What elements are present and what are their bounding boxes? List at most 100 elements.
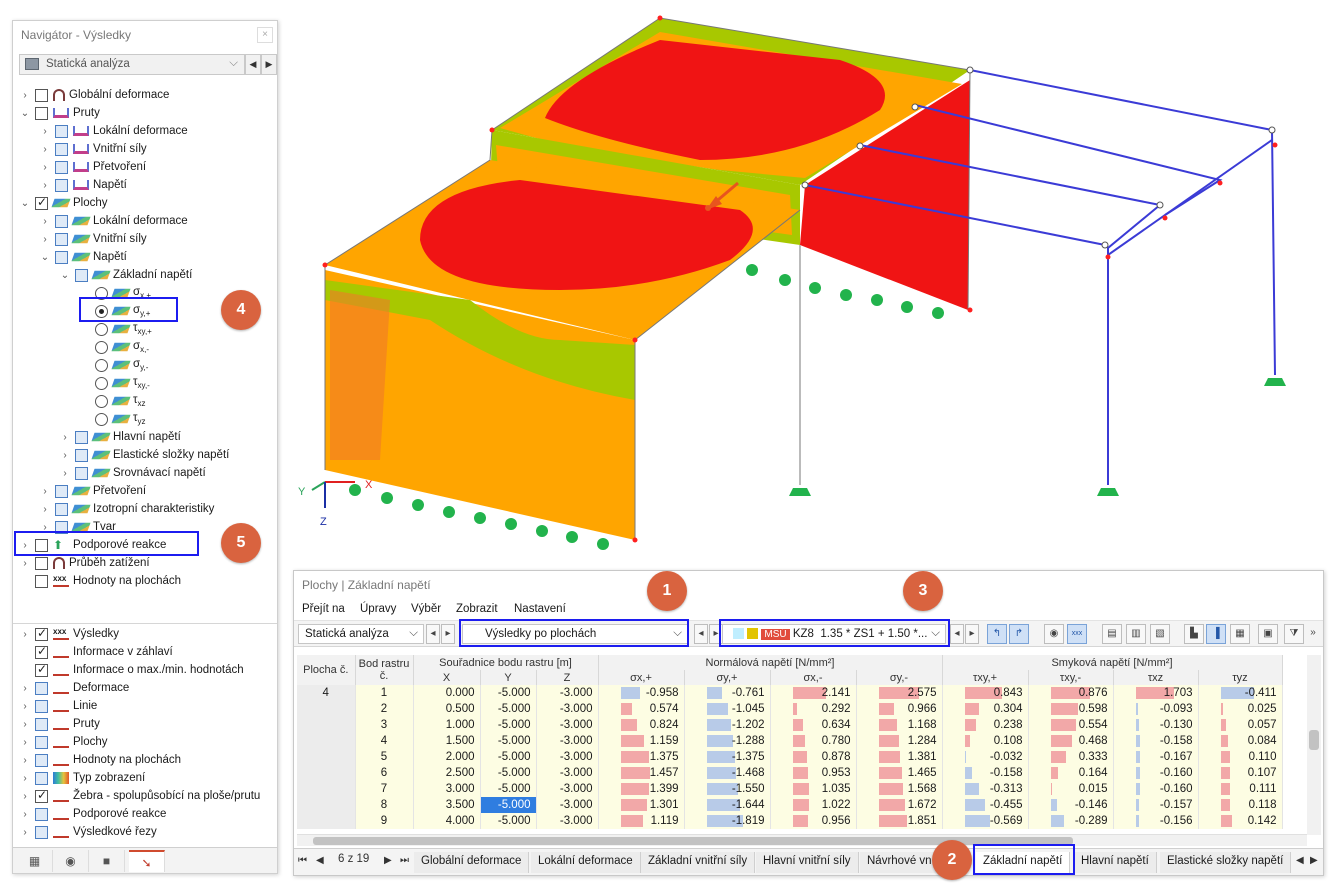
cell-sxp[interactable]: -0.958 bbox=[598, 685, 685, 701]
results-by-select[interactable]: Výsledky po plochách ⌵ bbox=[462, 624, 688, 644]
cell-txyp[interactable]: -0.032 bbox=[942, 749, 1029, 765]
cell-txym[interactable]: 0.333 bbox=[1028, 749, 1114, 765]
cell-sxp[interactable]: 1.301 bbox=[598, 797, 685, 813]
cell-sym[interactable]: 1.381 bbox=[856, 749, 943, 765]
radio-tau-yz[interactable]: τyz bbox=[95, 410, 146, 428]
load-combination-select[interactable]: MSÚ KZ8 1.35 * ZS1 + 1.50 *... ⌵ bbox=[722, 624, 946, 644]
last-page-button[interactable]: ⏭ bbox=[400, 855, 409, 866]
tree-item-surfaces[interactable]: ⌄Plochy bbox=[19, 194, 108, 212]
grid-icon[interactable]: ▦ bbox=[1230, 624, 1250, 644]
cell-surface[interactable] bbox=[297, 701, 356, 717]
tree-item-elastic-stress-components[interactable]: › Elastické složky napětí bbox=[59, 446, 229, 464]
excel-icon[interactable]: ▣ bbox=[1258, 624, 1278, 644]
values-icon[interactable]: xxx bbox=[1067, 624, 1087, 644]
table-row[interactable]: 5 2.000 -5.000 -3.000 1.375 -1.375 0.878 1.381 -… bbox=[297, 749, 1283, 765]
select-all-icon[interactable]: ↱ bbox=[1009, 624, 1029, 644]
menu-settings[interactable]: Nastavení bbox=[514, 603, 566, 615]
tree-item-shape[interactable]: › Tvar bbox=[39, 518, 116, 536]
cell-sym[interactable]: 2.575 bbox=[856, 685, 943, 701]
table-row[interactable]: 4 1 0.000 -5.000 -3.000 -0.958 -0.761 2.141 2.57… bbox=[297, 685, 1283, 701]
cell-sym[interactable]: 1.284 bbox=[856, 733, 943, 749]
cell-syp[interactable]: -1.202 bbox=[684, 717, 771, 733]
tree-item-surface-strains[interactable]: › Přetvoření bbox=[39, 482, 146, 500]
tree-item-equivalent-stresses[interactable]: › Srovnávací napětí bbox=[59, 464, 206, 482]
cell-sxm[interactable]: 0.878 bbox=[770, 749, 857, 765]
prev-analysis-button[interactable]: ◀ bbox=[245, 54, 261, 75]
cell-sxm[interactable]: 1.035 bbox=[770, 781, 857, 797]
more-icon[interactable]: » bbox=[1306, 624, 1320, 644]
cell-syp[interactable]: -1.644 bbox=[684, 797, 771, 813]
table-row[interactable]: 7 3.000 -5.000 -3.000 1.399 -1.550 1.035 1.568 -… bbox=[297, 781, 1283, 797]
table-row[interactable]: 4 1.500 -5.000 -3.000 1.159 -1.288 0.780 1.284 0… bbox=[297, 733, 1283, 749]
display-item-maxmin-info[interactable]: Informace o max./min. hodnotách bbox=[19, 661, 244, 679]
cell-txz[interactable]: -0.093 bbox=[1113, 701, 1199, 717]
cell-tyz[interactable]: 0.107 bbox=[1198, 765, 1283, 781]
cell-tyz[interactable]: 0.025 bbox=[1198, 701, 1283, 717]
table-row[interactable]: 3 1.000 -5.000 -3.000 0.824 -1.202 0.634 1.168 0… bbox=[297, 717, 1283, 733]
export-table-icon[interactable]: ▥ bbox=[1126, 624, 1146, 644]
cell-txz[interactable]: -0.130 bbox=[1113, 717, 1199, 733]
cell-grid-point[interactable]: 8 bbox=[355, 797, 414, 813]
next-results-button[interactable]: ▸ bbox=[709, 624, 723, 644]
cell-z[interactable]: -3.000 bbox=[536, 781, 599, 797]
cell-syp[interactable]: -0.761 bbox=[684, 685, 771, 701]
cell-sxp[interactable]: 0.824 bbox=[598, 717, 685, 733]
tab-principal-stresses[interactable]: Hlavní napětí bbox=[1074, 852, 1157, 873]
view-tab-icon[interactable]: ◉ bbox=[53, 850, 89, 872]
prev-page-button[interactable]: ◀ bbox=[316, 855, 324, 866]
cell-tyz[interactable]: 0.084 bbox=[1198, 733, 1283, 749]
cell-txym[interactable]: 0.554 bbox=[1028, 717, 1114, 733]
cell-y[interactable]: -5.000 bbox=[480, 685, 537, 701]
cell-txz[interactable]: -0.160 bbox=[1113, 765, 1199, 781]
prev-button[interactable]: ◂ bbox=[426, 624, 440, 644]
cell-z[interactable]: -3.000 bbox=[536, 797, 599, 813]
cell-sym[interactable]: 1.672 bbox=[856, 797, 943, 813]
cell-txyp[interactable]: -0.455 bbox=[942, 797, 1029, 813]
cell-z[interactable]: -3.000 bbox=[536, 685, 599, 701]
cell-y[interactable]: -5.000 bbox=[480, 813, 537, 829]
data-tab-icon[interactable]: ▦ bbox=[17, 850, 53, 872]
cell-z[interactable]: -3.000 bbox=[536, 813, 599, 829]
cell-surface[interactable] bbox=[297, 717, 356, 733]
cell-syp[interactable]: -1.045 bbox=[684, 701, 771, 717]
cell-txyp[interactable]: 0.108 bbox=[942, 733, 1029, 749]
cell-txyp[interactable]: 0.304 bbox=[942, 701, 1029, 717]
cell-x[interactable]: 2.000 bbox=[413, 749, 481, 765]
tree-item-principal-stresses[interactable]: › Hlavní napětí bbox=[59, 428, 181, 446]
cell-x[interactable]: 0.000 bbox=[413, 685, 481, 701]
cell-x[interactable]: 0.500 bbox=[413, 701, 481, 717]
cell-syp[interactable]: -1.819 bbox=[684, 813, 771, 829]
visibility-icon[interactable]: ◉ bbox=[1044, 624, 1064, 644]
cell-txz[interactable]: 1.703 bbox=[1113, 685, 1199, 701]
display-item-results[interactable]: ›xxxVýsledky bbox=[19, 625, 119, 643]
cell-grid-point[interactable]: 6 bbox=[355, 765, 414, 781]
cell-txz[interactable]: -0.157 bbox=[1113, 797, 1199, 813]
cell-sym[interactable]: 1.168 bbox=[856, 717, 943, 733]
cell-z[interactable]: -3.000 bbox=[536, 749, 599, 765]
tree-item-values-on-surfaces[interactable]: xxx Hodnoty na plochách bbox=[19, 572, 181, 590]
cell-grid-point[interactable]: 9 bbox=[355, 813, 414, 829]
tree-item-member-stresses[interactable]: › Napětí bbox=[39, 176, 127, 194]
display-item-lines[interactable]: › Linie bbox=[19, 697, 97, 715]
tree-item-member-internal-forces[interactable]: › Vnitřní síly bbox=[39, 140, 147, 158]
display-item-members[interactable]: › Pruty bbox=[19, 715, 100, 733]
cell-z[interactable]: -3.000 bbox=[536, 765, 599, 781]
prev-results-button[interactable]: ◂ bbox=[694, 624, 708, 644]
cell-sxp[interactable]: 1.159 bbox=[598, 733, 685, 749]
tabs-scroll-right[interactable]: ▶ bbox=[1310, 855, 1318, 866]
cell-txz[interactable]: -0.156 bbox=[1113, 813, 1199, 829]
vertical-scrollbar[interactable] bbox=[1307, 655, 1321, 835]
menu-edit[interactable]: Úpravy bbox=[360, 603, 396, 615]
tree-item-support-reactions[interactable]: › ⬆ Podporové reakce bbox=[19, 536, 166, 554]
cell-surface[interactable] bbox=[297, 733, 356, 749]
radio-sigma-y-minus[interactable]: σy,- bbox=[95, 356, 148, 374]
cell-x[interactable]: 1.500 bbox=[413, 733, 481, 749]
cell-y[interactable]: -5.000 bbox=[480, 733, 537, 749]
cell-z[interactable]: -3.000 bbox=[536, 701, 599, 717]
cell-y[interactable]: -5.000 bbox=[480, 701, 537, 717]
tab-local-deformation[interactable]: Lokální deformace bbox=[531, 852, 641, 873]
cell-txz[interactable]: -0.160 bbox=[1113, 781, 1199, 797]
cell-sxp[interactable]: 1.457 bbox=[598, 765, 685, 781]
cell-surface[interactable] bbox=[297, 765, 356, 781]
model-3d-view[interactable]: X Y Z bbox=[285, 0, 1339, 560]
